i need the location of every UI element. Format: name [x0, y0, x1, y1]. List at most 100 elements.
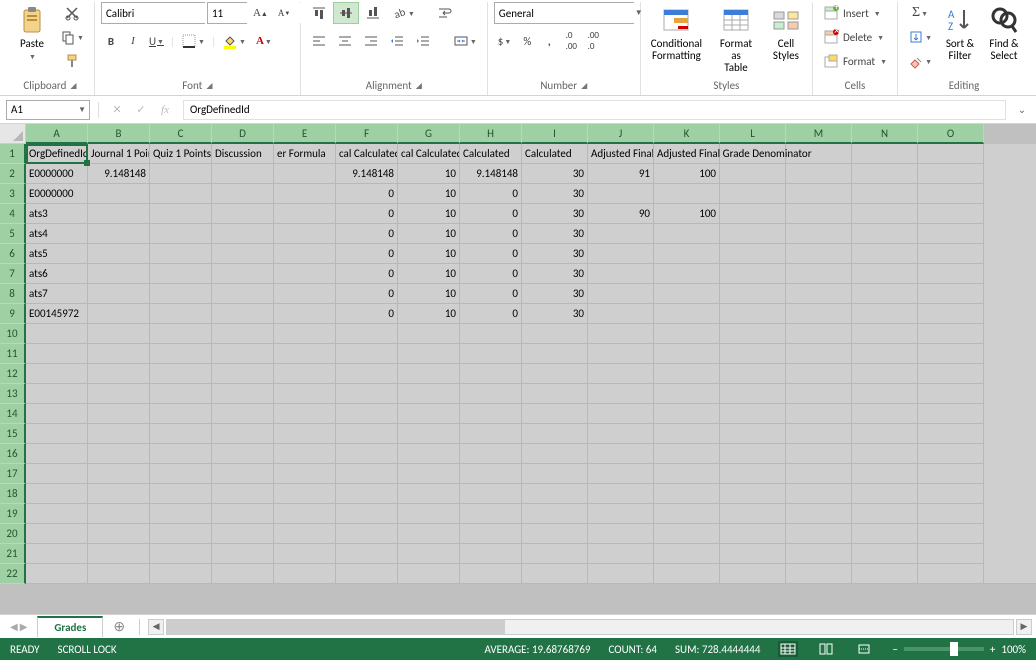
cell[interactable]: [786, 244, 852, 264]
cell[interactable]: [398, 424, 460, 444]
cell[interactable]: [460, 444, 522, 464]
cell[interactable]: [336, 524, 398, 544]
cell[interactable]: [274, 384, 336, 404]
cell[interactable]: 0: [460, 244, 522, 264]
cell[interactable]: [918, 444, 984, 464]
cell[interactable]: [150, 224, 212, 244]
number-launcher[interactable]: ◢: [581, 81, 587, 91]
cell[interactable]: [918, 404, 984, 424]
cell[interactable]: [918, 144, 984, 164]
row-header[interactable]: 8: [0, 284, 26, 304]
cell[interactable]: [852, 544, 918, 564]
cell[interactable]: [274, 224, 336, 244]
increase-decimal-button[interactable]: .0.00: [561, 30, 581, 52]
cell[interactable]: [26, 344, 88, 364]
copy-button[interactable]: ▼: [56, 26, 88, 48]
cell[interactable]: 0: [460, 204, 522, 224]
column-header[interactable]: K: [654, 124, 720, 144]
cell[interactable]: [852, 244, 918, 264]
underline-button[interactable]: U▼: [145, 30, 168, 52]
cell[interactable]: [588, 424, 654, 444]
cell[interactable]: [88, 564, 150, 584]
cell[interactable]: [786, 524, 852, 544]
cell[interactable]: [150, 484, 212, 504]
number-format-dropdown[interactable]: ▼: [494, 2, 634, 24]
cell[interactable]: 30: [522, 264, 588, 284]
cell[interactable]: [274, 204, 336, 224]
align-left-button[interactable]: [307, 30, 331, 52]
column-header[interactable]: D: [212, 124, 274, 144]
cell[interactable]: 0: [336, 284, 398, 304]
cell[interactable]: [720, 384, 786, 404]
cell[interactable]: [88, 464, 150, 484]
cell[interactable]: [398, 364, 460, 384]
paste-button[interactable]: Paste▼: [12, 2, 52, 64]
cell[interactable]: [654, 364, 720, 384]
cell[interactable]: [720, 564, 786, 584]
cell[interactable]: [720, 284, 786, 304]
row-header[interactable]: 21: [0, 544, 26, 564]
cell[interactable]: cal Calculated: [398, 144, 460, 164]
cell[interactable]: [918, 544, 984, 564]
cell[interactable]: Journal 1 Points: [88, 144, 150, 164]
cell[interactable]: [150, 464, 212, 484]
cell[interactable]: [460, 544, 522, 564]
cell[interactable]: [88, 224, 150, 244]
cell[interactable]: [654, 464, 720, 484]
cell[interactable]: [274, 324, 336, 344]
cell[interactable]: 0: [336, 244, 398, 264]
cell[interactable]: [522, 524, 588, 544]
cell[interactable]: [720, 504, 786, 524]
zoom-control[interactable]: − + 100%: [892, 643, 1026, 656]
cell[interactable]: [336, 484, 398, 504]
cell[interactable]: [212, 404, 274, 424]
cell[interactable]: [212, 324, 274, 344]
cell[interactable]: [852, 564, 918, 584]
cell[interactable]: [852, 344, 918, 364]
cell[interactable]: [654, 244, 720, 264]
cell[interactable]: [212, 264, 274, 284]
column-header[interactable]: N: [852, 124, 918, 144]
cell[interactable]: [212, 564, 274, 584]
cell[interactable]: [336, 564, 398, 584]
cell[interactable]: [720, 444, 786, 464]
cell[interactable]: [274, 504, 336, 524]
cell[interactable]: [88, 184, 150, 204]
cell[interactable]: 30: [522, 224, 588, 244]
cell[interactable]: [150, 524, 212, 544]
cell[interactable]: [918, 184, 984, 204]
cell[interactable]: [918, 224, 984, 244]
cell[interactable]: [460, 524, 522, 544]
cell[interactable]: [654, 404, 720, 424]
page-break-view-button[interactable]: [854, 641, 874, 657]
cell[interactable]: [852, 164, 918, 184]
cell[interactable]: [852, 224, 918, 244]
cell[interactable]: [918, 384, 984, 404]
cell[interactable]: ats7: [26, 284, 88, 304]
cell[interactable]: [720, 524, 786, 544]
cell[interactable]: [786, 344, 852, 364]
cell[interactable]: [786, 404, 852, 424]
cell[interactable]: [918, 484, 984, 504]
cell[interactable]: [852, 264, 918, 284]
cell[interactable]: [398, 344, 460, 364]
cell[interactable]: [786, 544, 852, 564]
cell[interactable]: [398, 544, 460, 564]
cell[interactable]: [522, 484, 588, 504]
cell[interactable]: [720, 464, 786, 484]
cell[interactable]: [588, 324, 654, 344]
select-all-corner[interactable]: [0, 124, 26, 144]
cell[interactable]: [398, 384, 460, 404]
row-header[interactable]: 22: [0, 564, 26, 584]
cell[interactable]: [274, 304, 336, 324]
row-header[interactable]: 14: [0, 404, 26, 424]
cell[interactable]: [88, 504, 150, 524]
cell[interactable]: [274, 464, 336, 484]
cell[interactable]: [88, 244, 150, 264]
cell[interactable]: [212, 284, 274, 304]
cell[interactable]: [786, 504, 852, 524]
cell[interactable]: [588, 544, 654, 564]
cell[interactable]: [336, 544, 398, 564]
cell[interactable]: 10: [398, 224, 460, 244]
row-header[interactable]: 2: [0, 164, 26, 184]
